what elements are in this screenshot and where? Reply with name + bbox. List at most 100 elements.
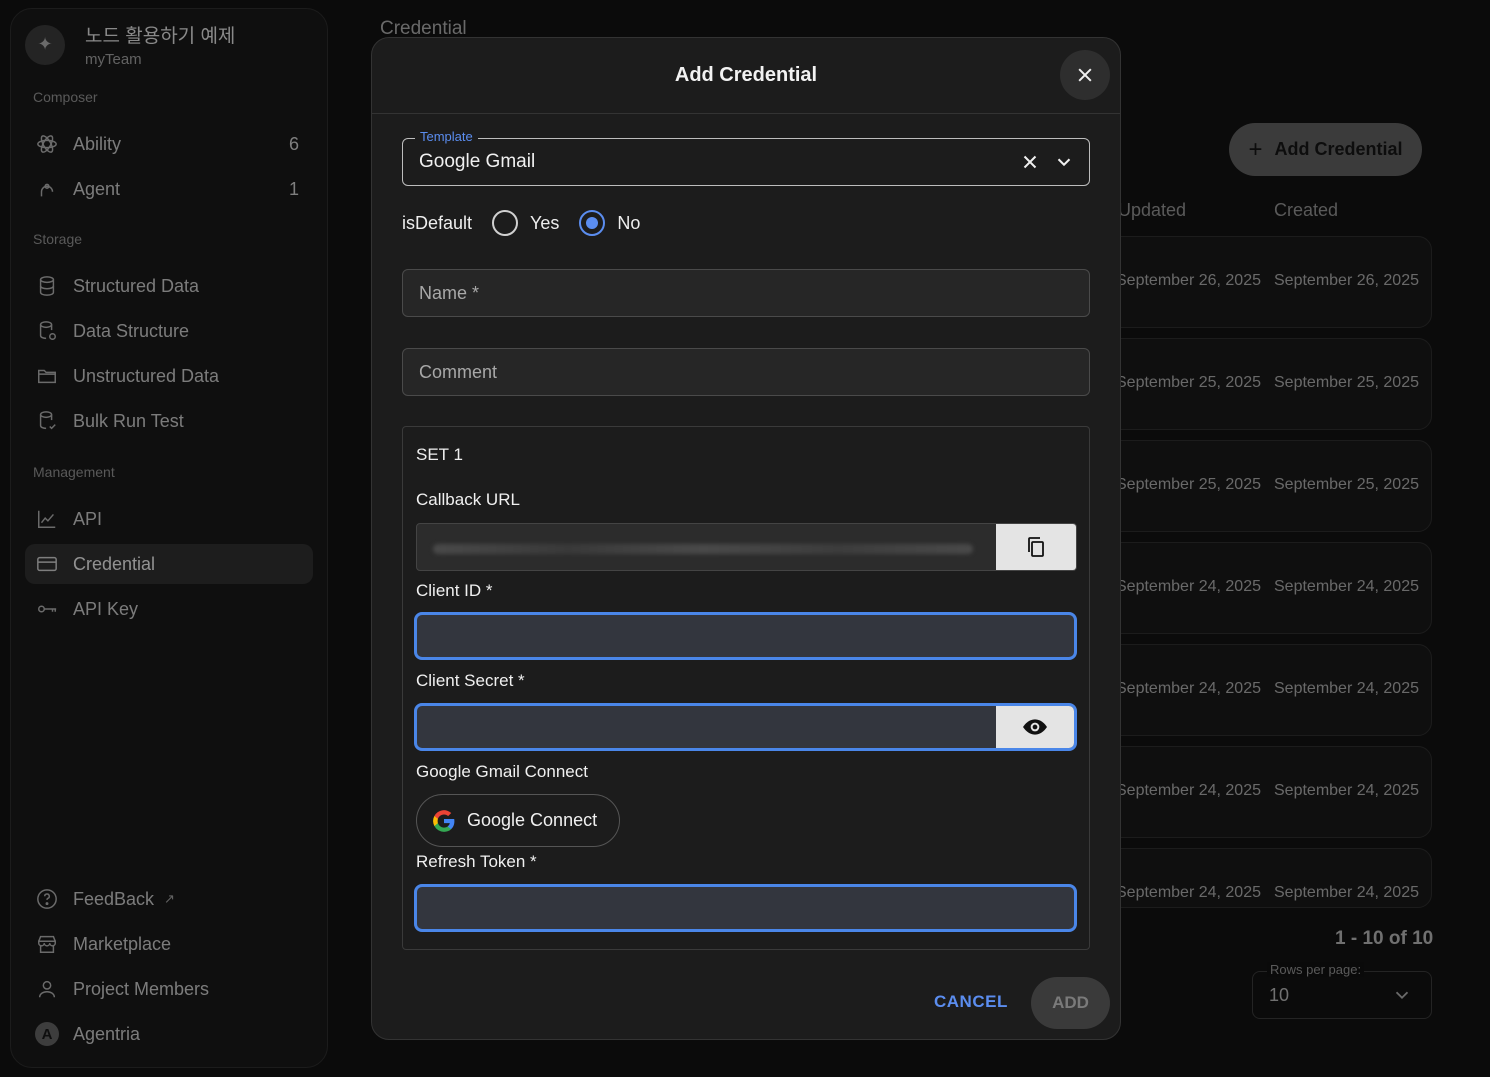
is-default-group: isDefault Yes No (402, 210, 640, 236)
gmail-connect-label: Google Gmail Connect (416, 762, 588, 781)
section-composer: Composer (33, 89, 98, 105)
workspace-header[interactable]: ✦ 노드 활용하기 예제 myTeam (25, 21, 235, 68)
sidebar-item-label: Agent (73, 178, 121, 199)
card-icon (35, 553, 59, 575)
agent-icon (35, 178, 59, 200)
plus-icon: + (1248, 135, 1263, 163)
sidebar-item-label: Unstructured Data (73, 365, 220, 386)
cell-created: September 24, 2025 (1274, 782, 1419, 799)
sidebar-item-credential[interactable]: Credential (25, 544, 313, 584)
radio-yes[interactable] (492, 210, 519, 236)
client-id-field[interactable] (414, 612, 1077, 660)
key-icon (35, 598, 59, 620)
add-button[interactable]: ADD (1031, 977, 1110, 1029)
cell-created: September 24, 2025 (1274, 680, 1419, 697)
copy-button[interactable] (996, 524, 1076, 570)
cell-updated: September 26, 2025 (1116, 272, 1261, 289)
sidebar: ✦ 노드 활용하기 예제 myTeam Composer Ability 6 A… (10, 8, 328, 1068)
sidebar-item-label: Bulk Run Test (73, 410, 184, 431)
chart-line-icon (35, 508, 59, 530)
google-icon (433, 809, 455, 832)
database-test-icon (35, 410, 59, 432)
comment-field[interactable] (402, 348, 1090, 396)
rows-per-page-value: 10 (1269, 985, 1290, 1005)
google-connect-button[interactable]: Google Connect (416, 794, 620, 847)
set-title: SET 1 (416, 445, 463, 464)
name-field[interactable] (402, 269, 1090, 317)
clear-icon[interactable] (1019, 151, 1041, 178)
refresh-token-label: Refresh Token * (416, 852, 537, 871)
workspace-team: myTeam (85, 51, 142, 68)
radio-no-label[interactable]: No (617, 213, 640, 234)
template-select[interactable]: Template Google Gmail (402, 129, 1090, 186)
sidebar-item-api-key[interactable]: API Key (25, 589, 313, 629)
sidebar-item-label: Structured Data (73, 275, 200, 296)
cell-created: September 25, 2025 (1274, 374, 1419, 391)
cell-created: September 26, 2025 (1274, 272, 1419, 289)
client-secret-field[interactable] (414, 703, 1077, 751)
store-icon (35, 933, 59, 955)
toggle-visibility-button[interactable] (996, 706, 1074, 748)
external-link-icon: ↗ (164, 891, 175, 906)
cell-updated: September 24, 2025 (1116, 884, 1261, 901)
sidebar-item-label: Ability (73, 133, 122, 154)
avatar: A (35, 1022, 59, 1046)
add-credential-button[interactable]: + Add Credential (1229, 123, 1422, 176)
user-icon (35, 978, 59, 1000)
cell-created: September 24, 2025 (1274, 578, 1419, 595)
column-header-updated[interactable]: Updated (1118, 200, 1186, 221)
cell-created: September 24, 2025 (1274, 884, 1419, 901)
sidebar-item-profile[interactable]: A Agentria (25, 1014, 313, 1054)
workspace-logo-icon: ✦ (25, 24, 65, 65)
database-settings-icon (35, 320, 59, 342)
sidebar-item-label: Project Members (73, 978, 210, 999)
refresh-token-field[interactable] (414, 884, 1077, 932)
close-button[interactable] (1060, 50, 1110, 100)
sidebar-item-data-structure[interactable]: Data Structure (25, 311, 313, 351)
column-header-created[interactable]: Created (1274, 200, 1338, 221)
sidebar-item-bulk-run-test[interactable]: Bulk Run Test (25, 401, 313, 441)
comment-input[interactable] (403, 349, 1089, 395)
sidebar-item-feedback[interactable]: FeedBack ↗ (25, 879, 313, 919)
database-icon (35, 275, 59, 297)
cell-updated: September 24, 2025 (1116, 680, 1261, 697)
radio-yes-label[interactable]: Yes (530, 213, 559, 234)
rows-per-page-select[interactable]: Rows per page: 10 (1252, 962, 1432, 1019)
client-secret-label: Client Secret * (416, 671, 525, 690)
agent-count: 1 (288, 178, 299, 199)
sidebar-item-label: Marketplace (73, 933, 172, 954)
chevron-down-icon (1391, 984, 1413, 1011)
client-secret-input[interactable] (417, 706, 1074, 748)
refresh-token-input[interactable] (417, 887, 1074, 929)
cell-updated: September 25, 2025 (1116, 374, 1261, 391)
rows-per-page-label: Rows per page: (1267, 962, 1365, 977)
close-icon (1078, 68, 1092, 82)
section-storage: Storage (33, 231, 83, 247)
sidebar-item-marketplace[interactable]: Marketplace (25, 924, 313, 964)
section-management: Management (33, 464, 115, 480)
pagination-info: 1 - 10 of 10 (1335, 928, 1434, 949)
sidebar-item-structured-data[interactable]: Structured Data (25, 266, 313, 306)
dialog-title: Add Credential (674, 64, 818, 86)
ability-count: 6 (288, 133, 299, 154)
atom-icon (35, 133, 59, 155)
chevron-down-icon[interactable] (1053, 151, 1075, 178)
sidebar-item-label: API (73, 508, 103, 529)
cancel-button[interactable]: CANCEL (934, 992, 1008, 1012)
sidebar-item-label: Agentria (73, 1023, 141, 1044)
sidebar-item-ability[interactable]: Ability 6 (25, 124, 313, 164)
name-input[interactable] (403, 270, 1089, 316)
client-id-input[interactable] (417, 615, 1074, 657)
callback-url-field (416, 523, 1077, 571)
cell-updated: September 24, 2025 (1116, 782, 1261, 799)
radio-no[interactable] (579, 210, 606, 236)
sidebar-item-label: Data Structure (73, 320, 190, 341)
sidebar-item-api[interactable]: API (25, 499, 313, 539)
copy-icon (1028, 537, 1044, 557)
sidebar-item-agent[interactable]: Agent 1 (25, 169, 313, 209)
template-value: Google Gmail (419, 151, 536, 172)
eye-icon (1023, 719, 1047, 735)
sidebar-item-unstructured-data[interactable]: Unstructured Data (25, 356, 313, 396)
sidebar-item-project-members[interactable]: Project Members (25, 969, 313, 1009)
cell-updated: September 25, 2025 (1116, 476, 1261, 493)
